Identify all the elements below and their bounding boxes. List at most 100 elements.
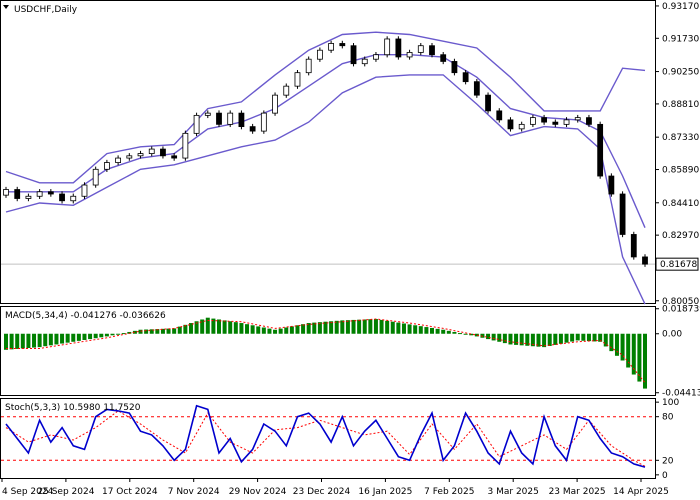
macd-histogram-bar bbox=[222, 320, 227, 334]
candle-body bbox=[59, 193, 65, 202]
price-panel-frame bbox=[0, 0, 656, 304]
candle-body bbox=[47, 191, 54, 195]
candle-body bbox=[507, 119, 514, 130]
candle-body bbox=[305, 58, 312, 74]
macd-histogram-bar bbox=[172, 328, 177, 334]
macd-histogram-bar bbox=[71, 333, 76, 342]
macd-histogram-bar bbox=[357, 319, 362, 334]
candle-body bbox=[361, 58, 368, 65]
macd-histogram-bar bbox=[273, 329, 278, 334]
macd-histogram-bar bbox=[385, 320, 390, 334]
macd-histogram-bar bbox=[116, 333, 121, 335]
macd-histogram-bar bbox=[60, 333, 65, 344]
macd-histogram-bar bbox=[104, 333, 109, 337]
candle-body bbox=[417, 45, 424, 53]
macd-histogram-bar bbox=[418, 326, 423, 334]
macd-histogram-bar bbox=[20, 333, 25, 349]
candle-body bbox=[406, 52, 413, 58]
candle-body bbox=[541, 117, 548, 123]
stoch-tick-label: 100 bbox=[662, 398, 679, 408]
macd-histogram-bar bbox=[76, 333, 81, 341]
macd-label: MACD(5,34,4) -0.041276 -0.036626 bbox=[5, 311, 166, 321]
candle-body bbox=[619, 193, 626, 235]
date-tick-label: 23 Mar 2025 bbox=[549, 487, 606, 497]
candle-body bbox=[294, 72, 301, 87]
candle-body bbox=[36, 191, 43, 197]
macd-histogram-bar bbox=[284, 327, 289, 334]
macd-histogram-bar bbox=[424, 327, 429, 334]
candle-body bbox=[485, 94, 491, 112]
macd-histogram-bar bbox=[446, 330, 451, 334]
macd-histogram-bar bbox=[547, 333, 552, 347]
macd-histogram-bar bbox=[32, 333, 37, 348]
price-tick-label: 0.91730 bbox=[662, 34, 699, 44]
price-axis: 0.93170 0.91730 0.90250 0.88810 0.87330 0.858… bbox=[655, 2, 699, 307]
macd-histogram-bar bbox=[15, 333, 20, 349]
macd-histogram-bar bbox=[9, 333, 14, 350]
stoch-tick-label: 20 bbox=[662, 456, 674, 466]
macd-histogram-bar bbox=[88, 333, 93, 340]
macd-histogram-bar bbox=[233, 322, 238, 334]
candle-body bbox=[529, 117, 536, 125]
macd-histogram-bar bbox=[54, 333, 59, 345]
date-tick-label: 14 Apr 2025 bbox=[613, 487, 669, 497]
candle-body bbox=[204, 112, 211, 116]
candle-body bbox=[339, 43, 346, 47]
price-tick-label: 0.82970 bbox=[662, 231, 699, 241]
macd-histogram-bar bbox=[373, 319, 378, 334]
candle-body bbox=[227, 112, 234, 125]
macd-histogram-bar bbox=[99, 333, 104, 338]
macd-histogram-bar bbox=[586, 333, 591, 342]
macd-histogram-bar bbox=[138, 329, 143, 334]
candle-body bbox=[518, 123, 525, 130]
price-tick-label: 0.84410 bbox=[662, 199, 699, 209]
candle-body bbox=[193, 114, 200, 134]
macd-tick-label: 0.00 bbox=[662, 330, 682, 340]
macd-histogram-bar bbox=[295, 325, 300, 334]
macd-histogram-bar bbox=[245, 324, 250, 334]
candle-body bbox=[328, 43, 335, 51]
macd-histogram-bar bbox=[390, 321, 395, 334]
macd-histogram-bar bbox=[508, 333, 513, 345]
candle-body bbox=[148, 148, 155, 154]
macd-histogram-bar bbox=[93, 333, 98, 339]
macd-histogram-bar bbox=[575, 333, 580, 341]
date-tick-label: 17 Oct 2024 bbox=[102, 487, 158, 497]
macd-histogram-bar bbox=[497, 333, 502, 342]
macd-histogram-bar bbox=[430, 327, 434, 334]
candle-body bbox=[586, 117, 592, 125]
date-tick-label: 25 Sep 2024 bbox=[37, 487, 94, 497]
macd-histogram-bar bbox=[558, 333, 563, 344]
macd-histogram-bar bbox=[452, 331, 457, 334]
date-tick-label: 7 Feb 2025 bbox=[424, 487, 474, 497]
candle-body bbox=[597, 123, 604, 177]
macd-histogram-bar bbox=[301, 324, 306, 334]
stoch-label: Stoch(5,3,3) 10.5980 11.7520 bbox=[5, 403, 141, 413]
price-tick-label: 0.85890 bbox=[662, 166, 699, 176]
candle-body bbox=[81, 184, 88, 197]
date-tick-label: 7 Nov 2024 bbox=[168, 487, 220, 497]
candle-body bbox=[182, 132, 189, 159]
candle-body bbox=[3, 189, 9, 196]
candle-body bbox=[373, 54, 379, 60]
candle-body bbox=[260, 112, 267, 132]
candle-body bbox=[171, 155, 178, 159]
price-tick-label: 0.87330 bbox=[662, 133, 699, 143]
macd-histogram-bar bbox=[542, 333, 547, 348]
macd-histogram-bar bbox=[267, 328, 272, 334]
macd-histogram-bar bbox=[491, 333, 496, 341]
candle-body bbox=[14, 189, 21, 199]
candle-body bbox=[496, 110, 503, 121]
macd-histogram-bar bbox=[351, 319, 356, 334]
candle-body bbox=[238, 112, 245, 128]
macd-histogram-bar bbox=[48, 333, 53, 346]
candle-body bbox=[249, 126, 256, 132]
date-tick-label: 16 Jan 2025 bbox=[358, 487, 412, 497]
macd-histogram-bar bbox=[379, 319, 384, 334]
current-price-label: 0.81678 bbox=[660, 260, 697, 270]
macd-axis: 0.0187390.00-0.044134 bbox=[655, 305, 700, 399]
macd-histogram-bar bbox=[581, 333, 586, 341]
macd-histogram-bar bbox=[278, 328, 283, 334]
price-tick-label: 0.93170 bbox=[662, 2, 699, 12]
macd-histogram-bar bbox=[82, 333, 87, 340]
